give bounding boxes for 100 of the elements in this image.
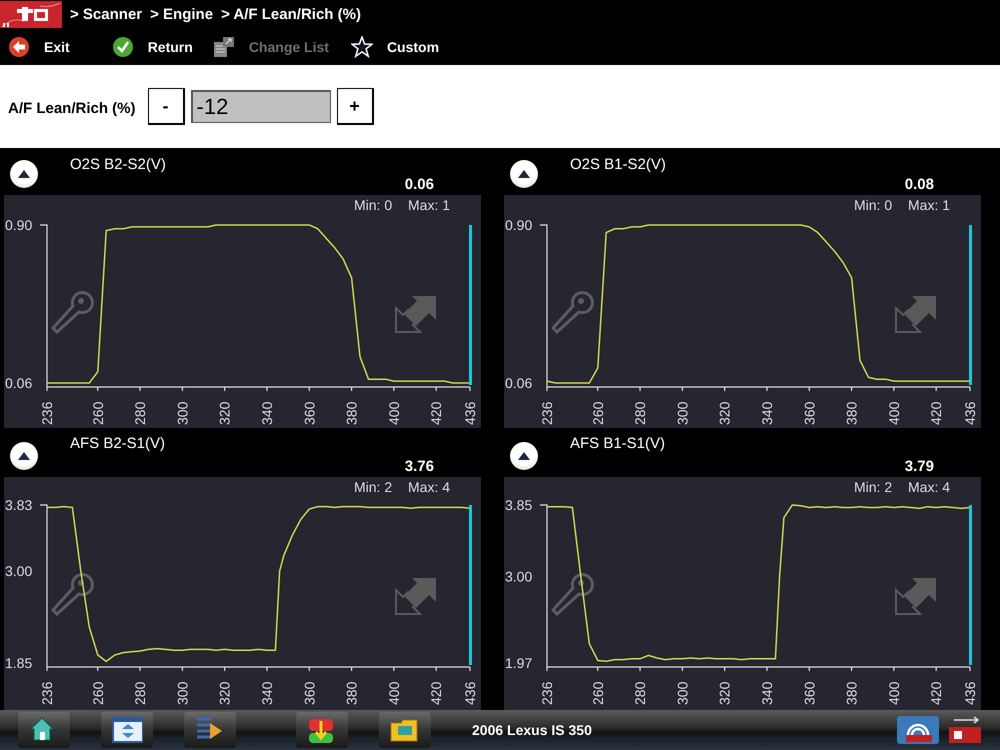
x-tick-label: 280 <box>632 682 648 705</box>
y-tick-label: 0.90 <box>505 217 532 233</box>
increment-button[interactable]: + <box>336 88 374 125</box>
wireless-icon[interactable] <box>896 715 940 745</box>
min-label: Min: 2 <box>354 479 392 495</box>
wrench-icon[interactable] <box>552 573 594 616</box>
max-label: Max: 4 <box>908 479 950 495</box>
x-tick-label: 436 <box>962 402 978 425</box>
x-tick-label: 400 <box>886 402 902 425</box>
x-tick-label: 236 <box>539 682 555 705</box>
y-tick-label: 3.00 <box>5 563 32 580</box>
current-value: 3.79 <box>904 458 934 475</box>
up-arrow-icon <box>17 451 31 461</box>
x-tick-label: 340 <box>258 402 275 425</box>
up-arrow-icon <box>517 451 531 461</box>
y-tick-label: 3.83 <box>5 497 32 513</box>
collapse-button[interactable] <box>510 442 538 470</box>
current-value: 0.08 <box>904 176 934 193</box>
x-tick-label: 360 <box>801 402 818 425</box>
x-tick-label: 420 <box>428 402 444 425</box>
current-value: 3.76 <box>404 458 434 475</box>
window-button[interactable] <box>101 712 153 748</box>
breadcrumb-item[interactable]: > A/F Lean/Rich (%) <box>221 6 361 22</box>
max-label: Max: 4 <box>408 479 450 495</box>
y-tick-label: 1.97 <box>505 655 532 671</box>
home-button[interactable] <box>18 712 70 748</box>
list-button[interactable] <box>184 712 236 748</box>
y-tick-label: 0.06 <box>5 375 32 391</box>
x-tick-label: 300 <box>174 402 190 425</box>
exit-button[interactable]: Exit <box>8 36 70 58</box>
x-tick-label: 380 <box>844 682 860 705</box>
x-tick-label: 260 <box>90 402 106 425</box>
x-tick-label: 236 <box>539 402 555 425</box>
value-field[interactable]: -12 <box>190 90 331 123</box>
wrench-icon[interactable] <box>52 573 94 616</box>
decrement-button[interactable]: - <box>148 88 185 125</box>
x-tick-label: 280 <box>632 402 648 425</box>
x-tick-label: 400 <box>386 682 402 705</box>
graph-title: AFS B1-S1(V) <box>570 435 666 452</box>
x-tick-label: 420 <box>428 682 444 705</box>
max-label: Max: 1 <box>908 197 950 213</box>
x-tick-label: 236 <box>39 682 55 705</box>
x-tick-label: 236 <box>39 402 55 425</box>
car-button[interactable] <box>296 712 348 748</box>
x-tick-label: 320 <box>716 402 733 425</box>
x-tick-label: 380 <box>344 402 360 425</box>
x-tick-label: 280 <box>132 402 148 425</box>
x-tick-label: 436 <box>462 682 478 705</box>
graph-title: O2S B2-S2(V) <box>70 156 166 173</box>
min-label: Min: 2 <box>854 479 892 495</box>
x-tick-label: 320 <box>716 682 733 705</box>
y-tick-label: 3.85 <box>505 497 532 513</box>
x-tick-label: 320 <box>216 682 233 705</box>
breadcrumb-item[interactable]: > Scanner <box>70 6 142 22</box>
collapse-button[interactable] <box>10 442 38 470</box>
vehicle-label: 2006 Lexus IS 350 <box>472 722 593 738</box>
x-tick-label: 420 <box>928 402 944 425</box>
x-tick-label: 360 <box>301 682 318 705</box>
min-label: Min: 0 <box>854 197 892 213</box>
x-tick-label: 380 <box>844 402 860 425</box>
x-tick-label: 300 <box>174 682 190 705</box>
window-icon <box>111 715 143 745</box>
custom-button[interactable]: Custom <box>350 36 440 58</box>
y-tick-label: 3.00 <box>505 568 532 584</box>
exit-icon <box>8 36 30 58</box>
x-tick-label: 400 <box>886 682 902 705</box>
x-tick-label: 320 <box>216 402 233 425</box>
collapse-button[interactable] <box>10 160 38 188</box>
scanner-logo-icon <box>0 0 62 28</box>
x-tick-label: 280 <box>132 682 148 705</box>
folder-button[interactable] <box>379 712 431 748</box>
x-tick-label: 260 <box>590 402 606 425</box>
x-tick-label: 436 <box>962 682 978 705</box>
collapse-button[interactable] <box>510 160 538 188</box>
y-tick-label: 0.90 <box>5 217 32 233</box>
x-tick-label: 260 <box>90 682 106 705</box>
document-icon <box>212 36 235 58</box>
min-label: Min: 0 <box>354 197 392 213</box>
up-arrow-icon <box>17 169 31 179</box>
x-tick-label: 300 <box>674 682 690 705</box>
star-icon <box>350 36 373 58</box>
checkmark-icon <box>112 36 134 58</box>
x-tick-label: 380 <box>344 682 360 705</box>
x-tick-label: 340 <box>758 402 775 425</box>
parameter-label: A/F Lean/Rich (%) <box>8 100 136 117</box>
x-tick-label: 340 <box>258 682 275 705</box>
graph-title: AFS B2-S1(V) <box>70 435 166 452</box>
max-label: Max: 1 <box>408 197 450 213</box>
x-tick-label: 360 <box>301 402 318 425</box>
x-tick-label: 260 <box>590 682 606 705</box>
x-tick-label: 436 <box>462 402 478 425</box>
x-tick-label: 340 <box>758 682 775 705</box>
x-tick-label: 400 <box>386 402 402 425</box>
current-value: 0.06 <box>404 176 434 193</box>
breadcrumb-item[interactable]: > Engine <box>150 6 214 22</box>
y-tick-label: 1.85 <box>5 655 32 671</box>
x-tick-label: 360 <box>801 682 818 705</box>
return-button[interactable]: Return <box>112 36 193 58</box>
graph-title: O2S B1-S2(V) <box>570 156 666 173</box>
up-arrow-icon <box>517 169 531 179</box>
